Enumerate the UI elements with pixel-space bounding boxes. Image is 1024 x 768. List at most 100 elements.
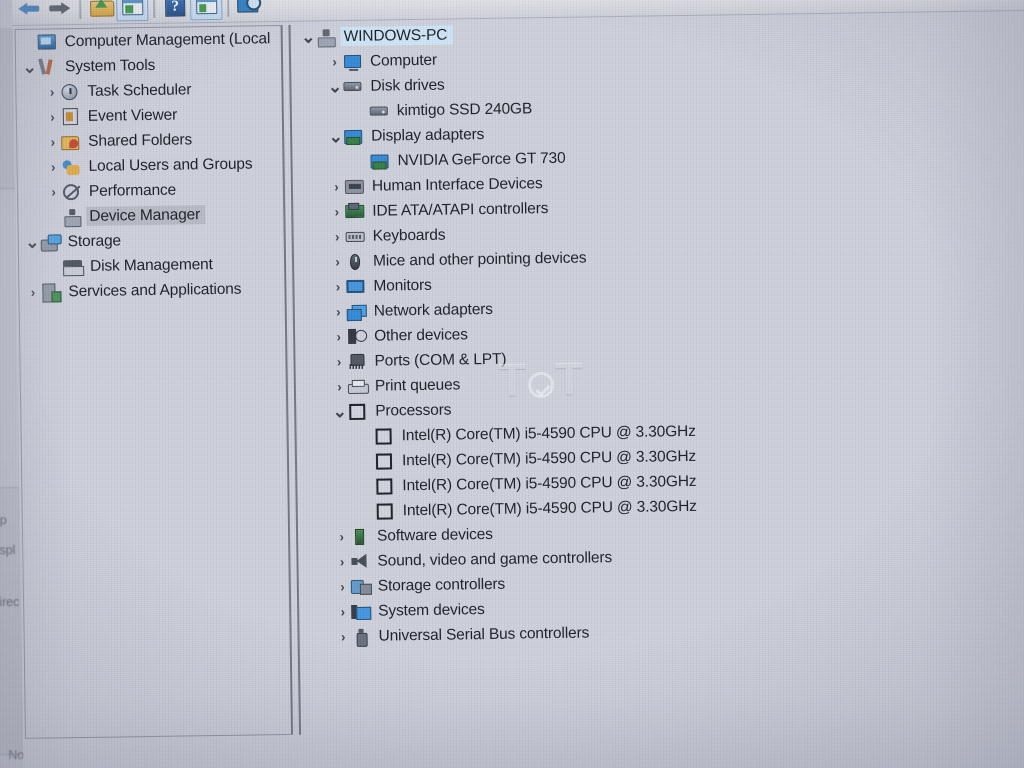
printer-icon-glyph: [347, 379, 366, 393]
sound-icon-glyph: [351, 554, 368, 569]
tree-item-label: Sound, video and game controllers: [377, 549, 613, 570]
tree-item-label: Print queues: [374, 376, 461, 395]
chevron-right-icon[interactable]: ›: [331, 299, 346, 324]
chevron-down-icon[interactable]: ⌄: [301, 25, 316, 50]
disk-management-icon-glyph: [62, 259, 81, 273]
display-adapter-icon-glyph: [344, 129, 363, 144]
software-device-icon-glyph: [354, 528, 364, 545]
chevron-right-icon[interactable]: ›: [335, 574, 350, 599]
tree-item-label: Display adapters: [371, 126, 485, 145]
processor-icon: [374, 451, 394, 470]
chevron-right-icon[interactable]: ›: [334, 524, 349, 549]
hid-icon-glyph: [344, 179, 364, 194]
mouse-icon: [345, 252, 365, 271]
show-console-tree-button[interactable]: [190, 0, 223, 20]
task-scheduler-icon: [59, 82, 79, 101]
chevron-right-icon[interactable]: ›: [46, 179, 61, 204]
help-button[interactable]: ?: [160, 0, 190, 20]
port-icon: [346, 352, 366, 371]
tree-item-label: NVIDIA GeForce GT 730: [397, 149, 566, 170]
chevron-down-icon[interactable]: ⌄: [327, 74, 342, 99]
chevron-right-icon[interactable]: ›: [25, 280, 40, 305]
chevron-right-icon[interactable]: ›: [332, 374, 347, 399]
up-one-level-button[interactable]: [86, 0, 116, 21]
disk-management-icon: [62, 257, 82, 276]
chevron-right-icon[interactable]: ›: [45, 154, 60, 179]
chevron-right-icon[interactable]: ›: [329, 224, 344, 249]
tree-item-label: Event Viewer: [87, 106, 178, 125]
tree-item-services-and-applications[interactable]: › Services and Applications: [19, 276, 284, 305]
services-icon: [40, 282, 60, 301]
ide-controller-icon: [344, 202, 364, 221]
processor-icon-glyph: [376, 502, 393, 520]
chevron-right-icon[interactable]: ›: [335, 624, 350, 649]
tree-item-label: WINDOWS-PC: [340, 25, 453, 47]
chevron-right-icon[interactable]: ›: [45, 129, 60, 154]
back-button[interactable]: [14, 0, 44, 22]
tree-item-label: Intel(R) Core(TM) i5-4590 CPU @ 3.30GHz: [402, 472, 697, 495]
keyboard-icon: [345, 227, 365, 246]
tree-item-label: Processors: [375, 401, 452, 420]
printer-icon: [347, 377, 367, 396]
computer-management-icon-glyph: [37, 34, 56, 50]
display-adapter-icon: [343, 127, 363, 146]
display-adapter-icon: [369, 151, 389, 170]
network-adapter-icon-glyph: [347, 304, 365, 318]
tree-item-label: Storage: [67, 232, 122, 251]
device-manager-icon: [61, 207, 81, 226]
chevron-right-icon[interactable]: ›: [329, 174, 344, 199]
detail-pane[interactable]: ⌄WINDOWS-PC›Computer⌄Disk drives›kimtigo…: [288, 13, 1024, 735]
tree-item-label: Disk Management: [89, 256, 213, 275]
monitor-icon: [345, 277, 365, 296]
toolbar-separator: [153, 0, 156, 18]
tree-item-label: Mice and other pointing devices: [372, 249, 587, 270]
chevron-right-icon[interactable]: ›: [329, 199, 344, 224]
help-icon: ?: [165, 0, 186, 17]
chevron-right-icon[interactable]: ›: [330, 249, 345, 274]
storage-icon-glyph: [40, 234, 59, 250]
chevron-right-icon[interactable]: ›: [327, 49, 342, 74]
chevron-right-icon[interactable]: ›: [44, 79, 59, 104]
ide-controller-icon-glyph: [344, 204, 364, 219]
disk-drive-icon: [369, 101, 389, 120]
disk-drive-icon-glyph: [343, 81, 362, 92]
usb-controller-icon: [350, 627, 370, 646]
chevron-right-icon[interactable]: ›: [45, 104, 60, 129]
storage-icon: [40, 232, 60, 251]
chevron-right-icon[interactable]: ›: [335, 599, 350, 624]
console-tree-pane[interactable]: › Computer Management (Local ⌄ System Tools…: [14, 24, 294, 739]
chevron-down-icon[interactable]: ⌄: [332, 399, 347, 424]
computer-node-icon: [316, 27, 336, 46]
network-adapter-icon: [346, 302, 366, 321]
processor-icon: [347, 402, 367, 421]
chevron-down-icon[interactable]: ⌄: [25, 230, 40, 255]
chevron-right-icon[interactable]: ›: [334, 549, 349, 574]
scan-hardware-button[interactable]: [234, 0, 264, 19]
background-text-fragment: Ap: [0, 513, 7, 528]
tree-item-label: Performance: [88, 181, 177, 200]
local-users-icon: [60, 157, 80, 176]
computer-management-window[interactable]: ? › Computer Management (Local ⌄ System Too…: [12, 0, 1024, 768]
tree-item-label: Computer Management (Local: [64, 30, 271, 51]
storage-controller-icon-glyph: [350, 579, 369, 594]
chevron-right-icon[interactable]: ›: [331, 349, 346, 374]
chevron-right-icon[interactable]: ›: [331, 324, 346, 349]
forward-button[interactable]: [44, 0, 74, 22]
tree-item-label: Disk drives: [370, 76, 445, 95]
device-manager-tree[interactable]: ⌄WINDOWS-PC›Computer⌄Disk drives›kimtigo…: [291, 14, 1024, 650]
chevron-down-icon[interactable]: ⌄: [22, 55, 37, 80]
console-tree[interactable]: › Computer Management (Local ⌄ System Tools…: [16, 26, 285, 305]
tree-item-label: Storage controllers: [377, 575, 506, 595]
chevron-down-icon[interactable]: ⌄: [328, 124, 343, 149]
services-icon-glyph: [42, 283, 59, 300]
chevron-right-icon[interactable]: ›: [330, 274, 345, 299]
properties-button[interactable]: [116, 0, 149, 21]
